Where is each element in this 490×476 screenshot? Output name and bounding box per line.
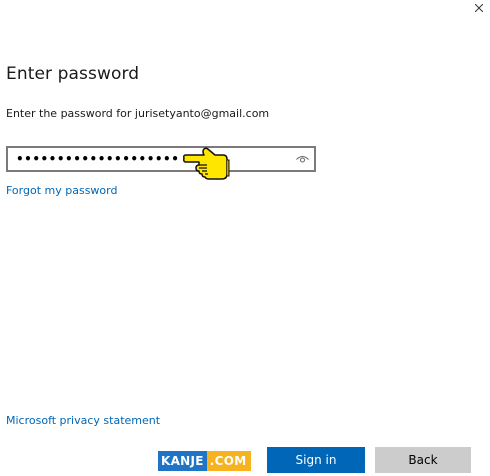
password-dialog: Enter password Enter the password for ju… xyxy=(0,0,490,476)
close-icon xyxy=(475,4,483,12)
reveal-password-button[interactable] xyxy=(290,148,314,170)
watermark-text-1: KANJE xyxy=(158,451,207,471)
watermark-logo: KANJE .COM xyxy=(158,451,251,471)
account-prompt: Enter the password for jurisetyanto@gmai… xyxy=(6,107,270,120)
password-input[interactable] xyxy=(8,148,290,170)
pointing-hand-icon xyxy=(183,147,230,180)
eye-icon xyxy=(295,155,309,162)
privacy-statement-link[interactable]: Microsoft privacy statement xyxy=(6,414,160,427)
sign-in-button[interactable]: Sign in xyxy=(267,447,365,473)
close-button[interactable] xyxy=(468,0,490,16)
password-field[interactable] xyxy=(6,146,316,172)
forgot-password-link[interactable]: Forgot my password xyxy=(6,184,117,197)
watermark-text-2: .COM xyxy=(206,451,251,471)
page-title: Enter password xyxy=(6,64,140,84)
back-button[interactable]: Back xyxy=(375,447,471,473)
